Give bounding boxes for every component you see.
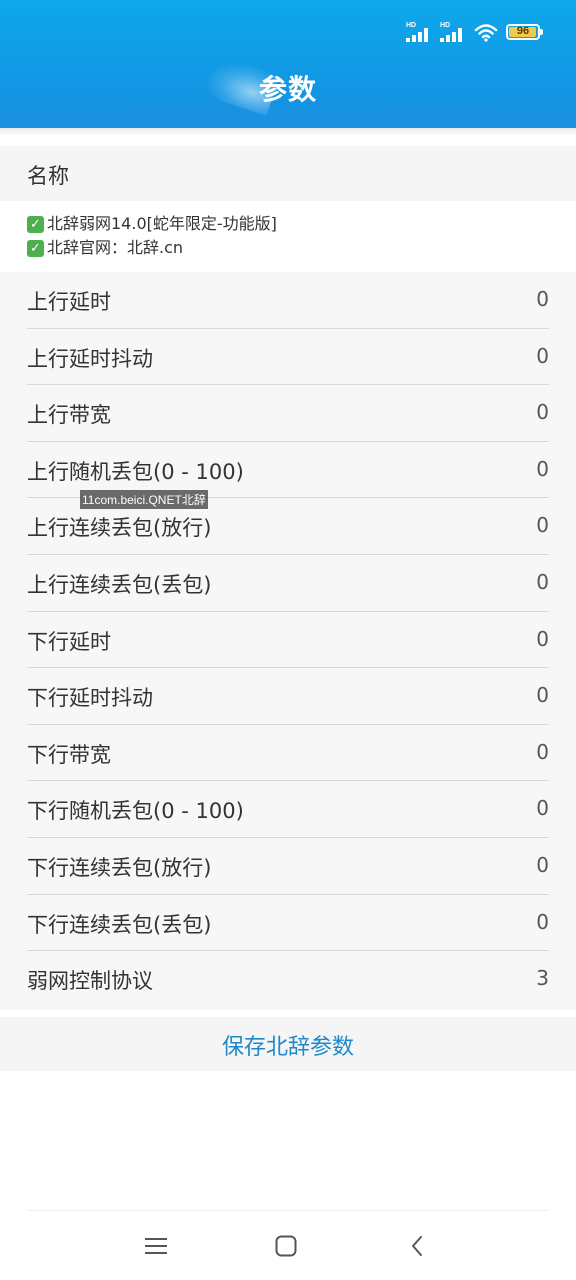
param-label: 下行连续丢包(放行) bbox=[27, 855, 212, 880]
param-row-control-protocol[interactable]: 弱网控制协议 3 bbox=[27, 951, 549, 1008]
status-bar-icons: HD HD 96 bbox=[406, 20, 543, 42]
param-label: 上行连续丢包(丢包) bbox=[27, 572, 212, 597]
param-row-downlink-delay-jitter[interactable]: 下行延时抖动 0 bbox=[27, 668, 549, 725]
save-params-label: 保存北辞参数 bbox=[221, 1035, 354, 1060]
param-label: 下行延时 bbox=[27, 629, 111, 654]
cell-signal-2-icon: HD bbox=[440, 22, 466, 42]
name-section-header: 名称 bbox=[0, 146, 576, 201]
home-icon[interactable] bbox=[266, 1230, 306, 1262]
param-value: 0 bbox=[536, 683, 549, 708]
param-value: 0 bbox=[536, 456, 549, 481]
name-section-content: ✓ 北辞弱网14.0[蛇年限定-功能版] ✓ 北辞官网：北辞.cn bbox=[27, 212, 277, 260]
name-section-label: 名称 bbox=[27, 164, 69, 188]
param-label: 下行连续丢包(丢包) bbox=[27, 912, 212, 937]
save-params-button[interactable]: 保存北辞参数 bbox=[0, 1017, 576, 1071]
system-nav-bar bbox=[0, 1222, 576, 1270]
param-value: 0 bbox=[536, 739, 549, 764]
name-line-text: 北辞官网：北辞.cn bbox=[47, 238, 184, 257]
param-row-downlink-burst-pass[interactable]: 下行连续丢包(放行) 0 bbox=[27, 838, 549, 895]
param-label: 下行延时抖动 bbox=[27, 686, 153, 711]
param-label: 下行随机丢包(0 - 100) bbox=[27, 799, 244, 824]
param-label: 上行延时 bbox=[27, 290, 111, 314]
param-row-uplink-bandwidth[interactable]: 上行带宽 0 bbox=[27, 385, 549, 442]
menu-icon[interactable] bbox=[136, 1230, 176, 1262]
param-row-downlink-random-loss[interactable]: 下行随机丢包(0 - 100) 0 bbox=[27, 781, 549, 838]
name-line: ✓ 北辞官网：北辞.cn bbox=[27, 236, 277, 260]
cell-signal-1-icon: HD bbox=[406, 22, 432, 42]
watermark-label: 11com.beici.QNET北辞 bbox=[80, 490, 208, 509]
name-line-text: 北辞弱网14.0[蛇年限定-功能版] bbox=[47, 214, 277, 233]
nav-divider bbox=[27, 1210, 549, 1211]
param-row-downlink-bandwidth[interactable]: 下行带宽 0 bbox=[27, 725, 549, 782]
check-mark-icon: ✓ bbox=[27, 239, 44, 257]
param-value: 0 bbox=[536, 626, 549, 651]
param-value: 0 bbox=[536, 513, 549, 538]
header-shadow bbox=[0, 128, 576, 136]
page-title: 参数 bbox=[258, 73, 317, 106]
param-row-uplink-delay-jitter[interactable]: 上行延时抖动 0 bbox=[27, 329, 549, 386]
param-value: 0 bbox=[536, 852, 549, 877]
param-value: 3 bbox=[536, 966, 549, 991]
param-label: 上行连续丢包(放行) bbox=[27, 516, 212, 541]
wifi-icon bbox=[474, 22, 498, 42]
param-value: 0 bbox=[536, 909, 549, 934]
back-icon[interactable] bbox=[397, 1230, 437, 1262]
param-label: 上行延时抖动 bbox=[27, 346, 153, 371]
param-label: 下行带宽 bbox=[27, 742, 111, 767]
param-value: 0 bbox=[536, 343, 549, 368]
param-label: 上行带宽 bbox=[27, 403, 111, 428]
param-value: 0 bbox=[536, 796, 549, 821]
check-mark-icon: ✓ bbox=[27, 215, 44, 233]
name-line: ✓ 北辞弱网14.0[蛇年限定-功能版] bbox=[27, 212, 277, 236]
param-label: 弱网控制协议 bbox=[27, 969, 153, 994]
param-row-downlink-burst-drop[interactable]: 下行连续丢包(丢包) 0 bbox=[27, 895, 549, 952]
param-row-downlink-delay[interactable]: 下行延时 0 bbox=[27, 612, 549, 669]
param-value: 0 bbox=[536, 287, 549, 311]
param-label: 上行随机丢包(0 - 100) bbox=[27, 459, 244, 484]
battery-level-text: 96 bbox=[516, 25, 530, 37]
app-header: HD HD 96 参数 bbox=[0, 0, 576, 128]
param-row-uplink-delay[interactable]: 上行延时 0 bbox=[27, 272, 549, 329]
param-list: 上行延时 0 上行延时抖动 0 上行带宽 0 上行随机丢包(0 - 100) 0… bbox=[0, 272, 576, 1010]
param-value: 0 bbox=[536, 569, 549, 594]
param-value: 0 bbox=[536, 400, 549, 425]
param-row-uplink-burst-drop[interactable]: 上行连续丢包(丢包) 0 bbox=[27, 555, 549, 612]
battery-icon: 96 bbox=[506, 24, 543, 40]
